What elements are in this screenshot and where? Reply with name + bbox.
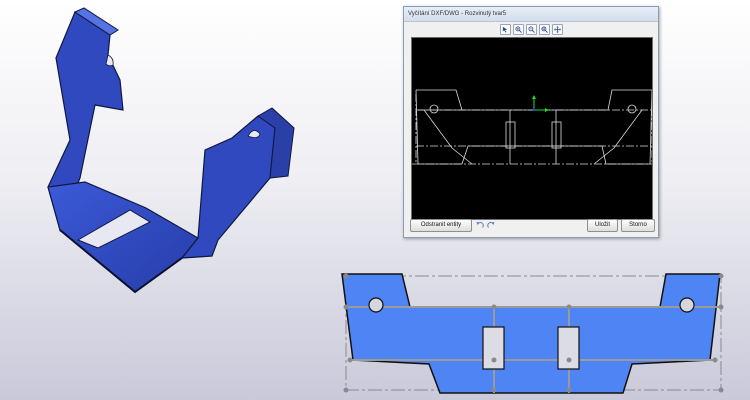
flat-slot-right <box>557 326 580 370</box>
base-plate <box>47 181 199 293</box>
zoom-out-icon[interactable] <box>525 24 537 35</box>
zoom-fit-icon[interactable] <box>538 24 550 35</box>
flat-hole-right <box>679 297 695 313</box>
flat-shape <box>341 273 721 394</box>
dxf-hole-right <box>627 104 637 114</box>
flat-pattern-preview <box>341 273 724 394</box>
flat-slot-left <box>482 326 505 370</box>
pan-icon[interactable] <box>551 24 563 35</box>
dxf-export-dialog: Vyčítání DXF/DWG - Rozvinutý tvar5 Odstr… <box>403 6 659 238</box>
cancel-button[interactable]: Storno <box>621 219 655 232</box>
flat-hole-left <box>368 297 384 313</box>
dxf-slot-right <box>551 121 562 149</box>
sheet-metal-part-3d <box>47 7 295 294</box>
zoom-in-icon[interactable] <box>512 24 524 35</box>
dialog-button-bar: Odstranit entity Uložit Storno <box>404 219 658 233</box>
origin-axis-icon <box>532 95 549 112</box>
remove-entities-button[interactable]: Odstranit entity <box>410 219 472 232</box>
redo-icon[interactable] <box>486 220 495 229</box>
dialog-title: Vyčítání DXF/DWG - Rozvinutý tvar5 <box>404 7 658 22</box>
side-plate <box>180 111 276 259</box>
dxf-hole-left <box>429 104 439 114</box>
viewport-toolbar <box>404 23 658 37</box>
undo-icon[interactable] <box>475 220 484 229</box>
dxf-preview-viewport[interactable] <box>411 37 653 220</box>
select-arrow-icon[interactable] <box>499 24 511 35</box>
dxf-slot-left <box>505 121 516 149</box>
save-button[interactable]: Uložit <box>587 219 618 232</box>
